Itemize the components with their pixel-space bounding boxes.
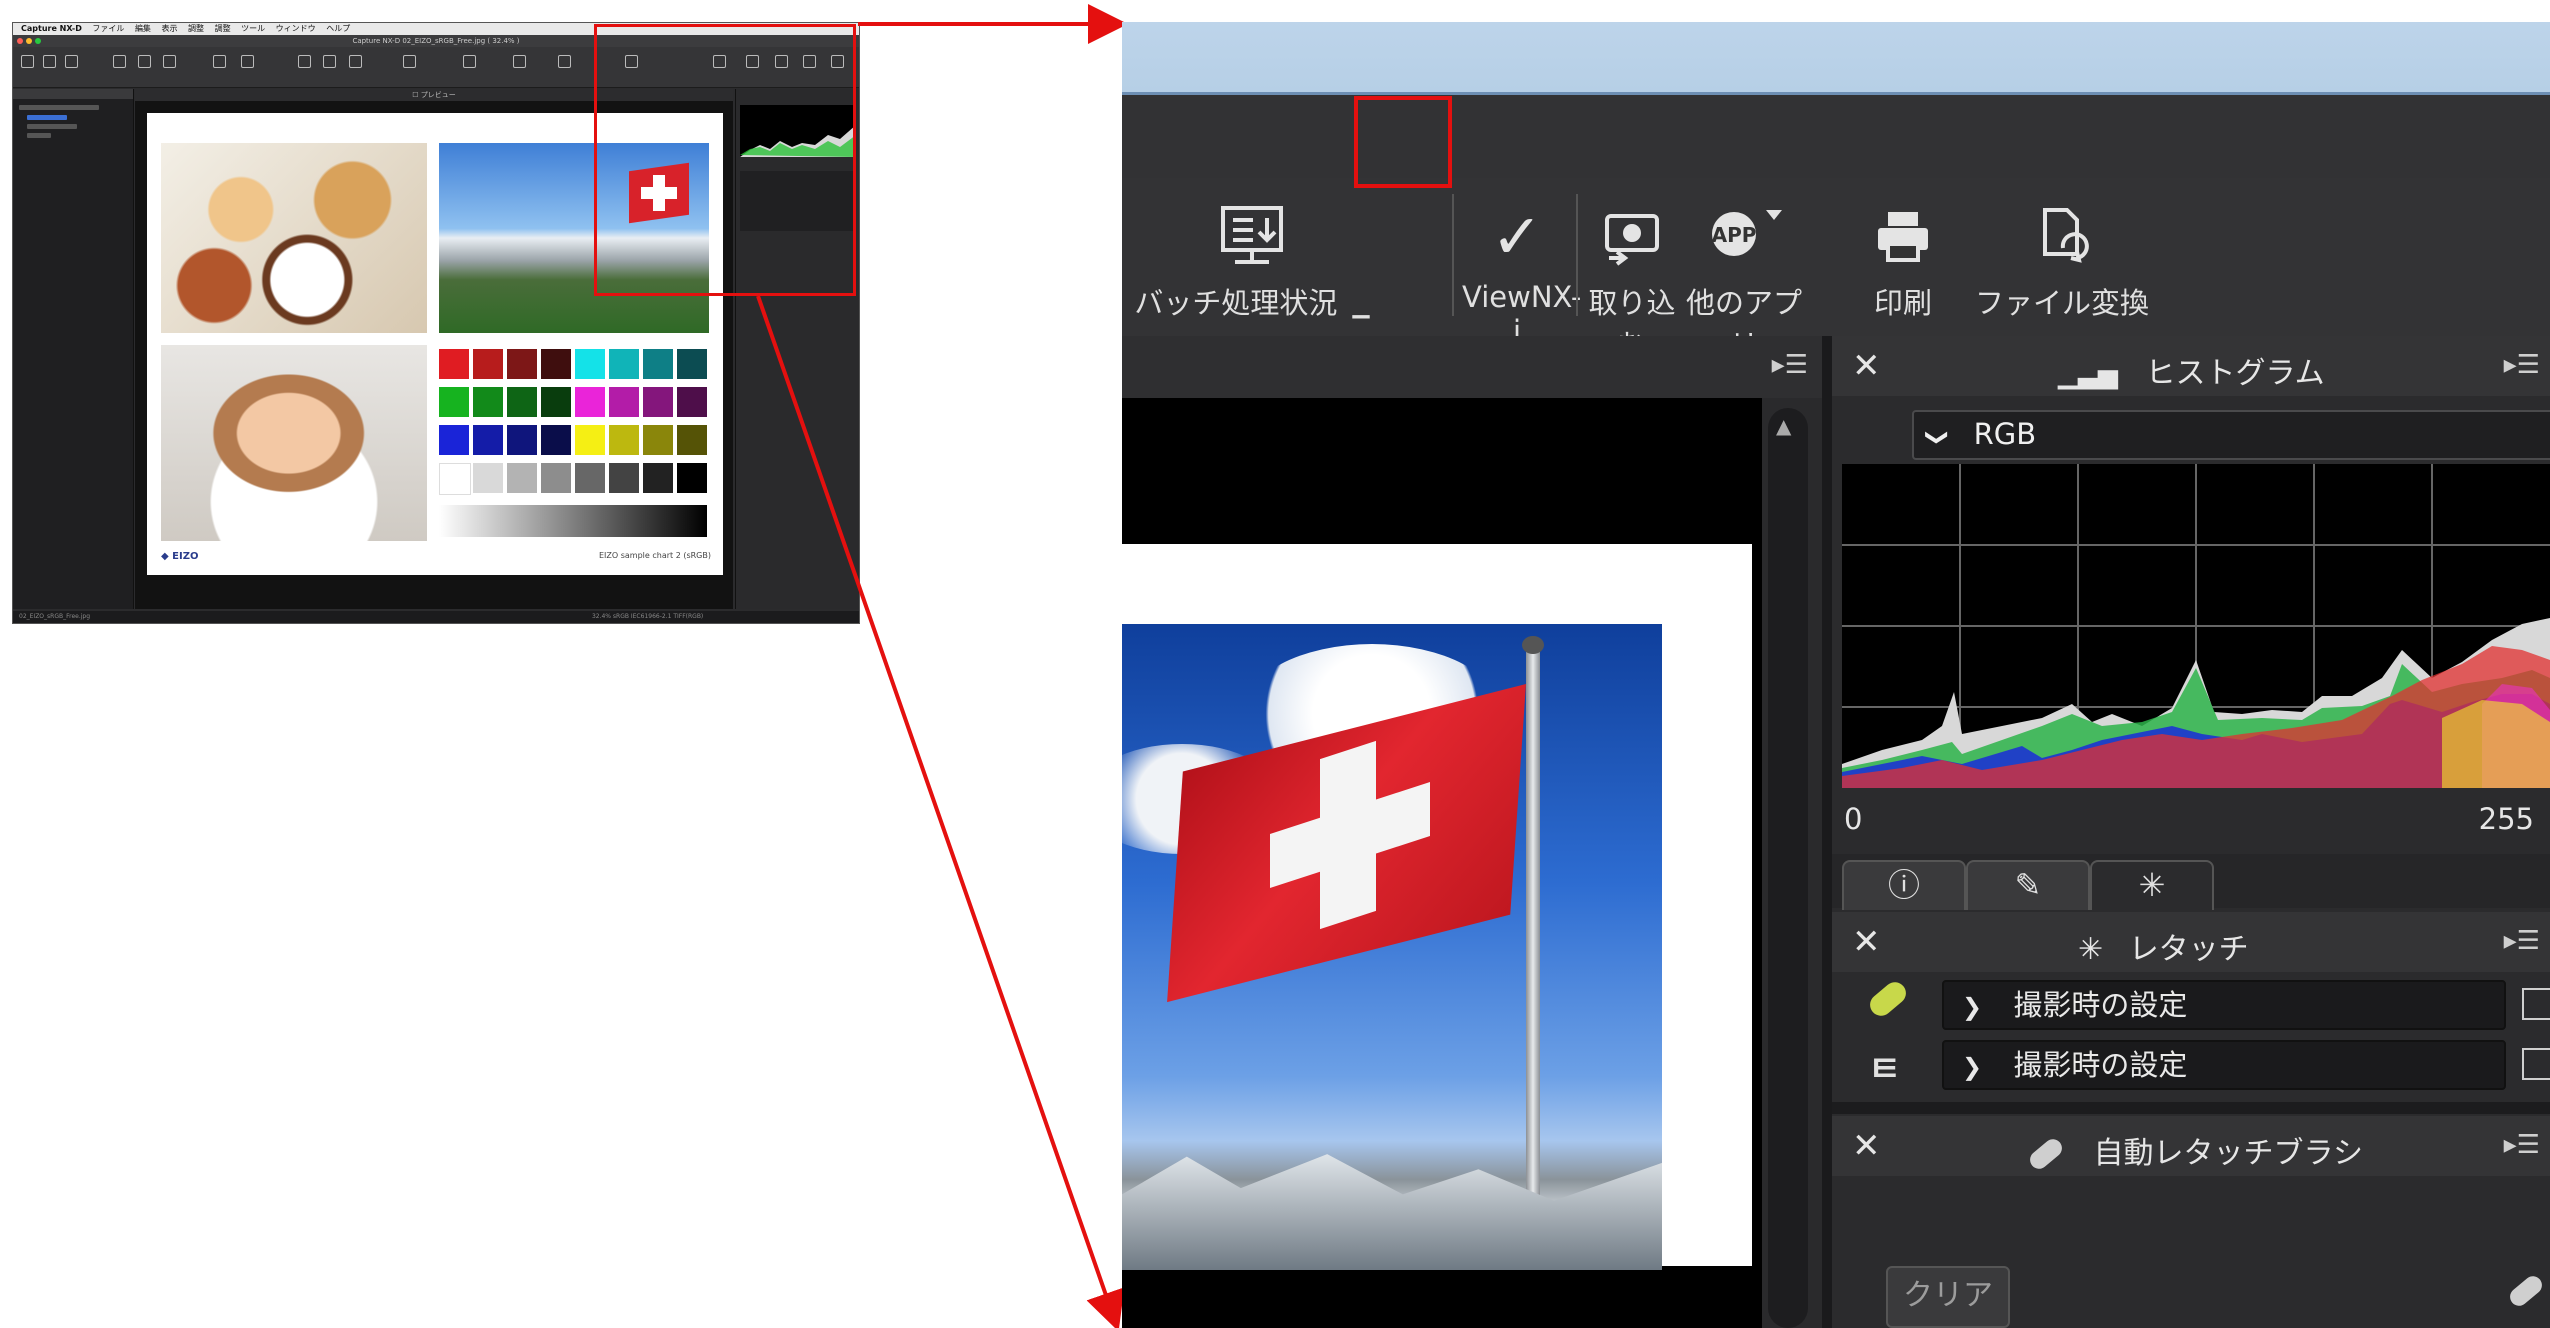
panel-menu-icon[interactable]: ▸☰ <box>2504 350 2540 380</box>
clear-button[interactable]: クリア <box>1886 1266 2010 1328</box>
bandage-icon <box>1865 977 1911 1021</box>
channel-value: RGB <box>1973 417 2037 451</box>
file-convert-label: ファイル変換 <box>1974 286 2149 320</box>
vertical-scrollbar[interactable]: ▲ <box>1768 408 1808 1328</box>
edit-icon: ✎ <box>2014 866 2042 904</box>
app-icon: APP <box>1674 202 1814 272</box>
histogram-axis: 0 255 <box>1832 792 2550 846</box>
histogram-plot <box>1842 464 2550 788</box>
histogram-title-group: ▁▃▅ ヒストグラム <box>2058 348 2325 392</box>
histogram-panel-header: ✕ ▁▃▅ ヒストグラム ▸☰ <box>1832 336 2550 396</box>
panel-menu-icon[interactable]: ▸☰ <box>2504 1130 2540 1160</box>
print-button[interactable]: 印刷 <box>1838 202 1968 322</box>
flag-pole-top <box>1522 636 1544 654</box>
tree-icon: ㅌ <box>1868 1049 1902 1090</box>
viewer-header: ▸☰ <box>1122 336 1822 398</box>
batch-status-button[interactable]: バッチ処理状況 ▁ <box>1122 202 1382 322</box>
histogram-max-label: 255 <box>2478 802 2534 836</box>
bandage-brush-icon <box>2026 1135 2066 1173</box>
right-panel: ✕ ▁▃▅ ヒストグラム ▸☰ ❯ RGB 0 255 ⓘ ✎ ✳ ✕ ✳ レタ… <box>1832 336 2550 1328</box>
auto-brush-panel-header: ✕ 自動レタッチブラシ ▸☰ <box>1832 1116 2550 1176</box>
section-divider <box>1832 1102 2550 1114</box>
retouch-setting-select[interactable]: ❯ 撮影時の設定 <box>1942 980 2506 1030</box>
tab-adjust[interactable]: ✎ <box>1966 860 2090 910</box>
clear-label: クリア <box>1903 1278 1993 1313</box>
image-viewer: ▸☰ ▲ <box>1122 336 1832 1328</box>
retouch-setting-select[interactable]: ❯ 撮影時の設定 <box>1942 1040 2506 1090</box>
batch-status-label: バッチ処理状況 <box>1134 286 1338 320</box>
tab-retouch[interactable]: ✳ <box>2090 860 2214 910</box>
retouch-panel-header: ✕ ✳ レタッチ ▸☰ <box>1832 912 2550 972</box>
scroll-up-arrow[interactable]: ▲ <box>1776 414 1791 438</box>
chevron-down-icon: ❯ <box>1924 428 1950 447</box>
close-icon[interactable]: ✕ <box>1852 346 1881 386</box>
chevron-down-icon: ❯ <box>1962 993 1983 1021</box>
flag-pole <box>1526 644 1540 1270</box>
mountains <box>1122 1154 1662 1270</box>
histogram-graph <box>1842 464 2550 788</box>
histogram-min-label: 0 <box>1844 802 1863 836</box>
brush-tool-icon[interactable] <box>2506 1272 2546 1310</box>
desktop-strip <box>1122 22 2550 92</box>
print-label: 印刷 <box>1873 286 1932 320</box>
toolbar-separator <box>1452 194 1454 316</box>
panel-tabs: ⓘ ✎ ✳ <box>1832 854 2550 910</box>
retouch-row: ❯ 撮影時の設定 <box>1832 976 2550 1034</box>
file-convert-icon <box>1962 202 2162 272</box>
print-button-highlight <box>1354 96 1452 188</box>
panel-menu-icon[interactable]: ▸☰ <box>2504 926 2540 956</box>
camera-import-icon <box>1582 202 1682 272</box>
retouch-title-group: ✳ レタッチ <box>2078 924 2249 968</box>
histogram-title: ヒストグラム <box>2145 356 2325 391</box>
wand-icon: ✳ <box>2078 932 2104 967</box>
close-icon[interactable]: ✕ <box>1852 922 1881 962</box>
wand-icon: ✳ <box>2138 866 2166 904</box>
viewer-menu-icon[interactable]: ▸☰ <box>1772 350 1808 380</box>
toolbar: バッチ処理状況 ▁ ✓ ViewNX-i 取り込む APP 他のアプリ 印刷 <box>1122 178 2550 362</box>
retouch-row: ㅌ ❯ 撮影時の設定 <box>1832 1036 2550 1094</box>
title-area <box>1122 92 2550 181</box>
viewnx-icon: ✓ <box>1491 200 1543 273</box>
file-convert-button[interactable]: ファイル変換 <box>1962 202 2162 322</box>
chevron-down-icon: ❯ <box>1962 1053 1983 1081</box>
swiss-flag-photo <box>1122 624 1662 1270</box>
callout-arrow-bottom <box>756 295 1125 1328</box>
panel-splitter[interactable] <box>1822 336 1832 1328</box>
info-icon: ⓘ <box>1887 866 1920 904</box>
retouch-checkbox[interactable] <box>2522 1048 2550 1080</box>
channel-select[interactable]: ❯ RGB <box>1912 410 2550 460</box>
viewnx-button[interactable]: ✓ ViewNX-i <box>1462 200 1581 349</box>
retouch-checkbox[interactable] <box>2522 988 2550 1020</box>
batch-queue-icon <box>1122 202 1382 272</box>
retouch-setting-value: 撮影時の設定 <box>2013 1048 2188 1082</box>
zoomed-view: バッチ処理状況 ▁ ✓ ViewNX-i 取り込む APP 他のアプリ 印刷 <box>1122 22 2550 1328</box>
retouch-title: レタッチ <box>2128 932 2249 967</box>
printer-icon <box>1838 202 1968 272</box>
auto-brush-title: 自動レタッチブラシ <box>2093 1136 2363 1171</box>
tab-info[interactable]: ⓘ <box>1842 860 1966 910</box>
close-icon[interactable]: ✕ <box>1852 1126 1881 1166</box>
auto-brush-title-group: 自動レタッチブラシ <box>2026 1128 2363 1173</box>
toolbar-separator <box>1576 194 1578 316</box>
svg-text:APP: APP <box>1712 223 1757 247</box>
chevron-down-icon: ▁ <box>1352 294 1370 319</box>
histogram-icon: ▁▃▅ <box>2058 360 2118 390</box>
retouch-setting-value: 撮影時の設定 <box>2013 988 2188 1022</box>
